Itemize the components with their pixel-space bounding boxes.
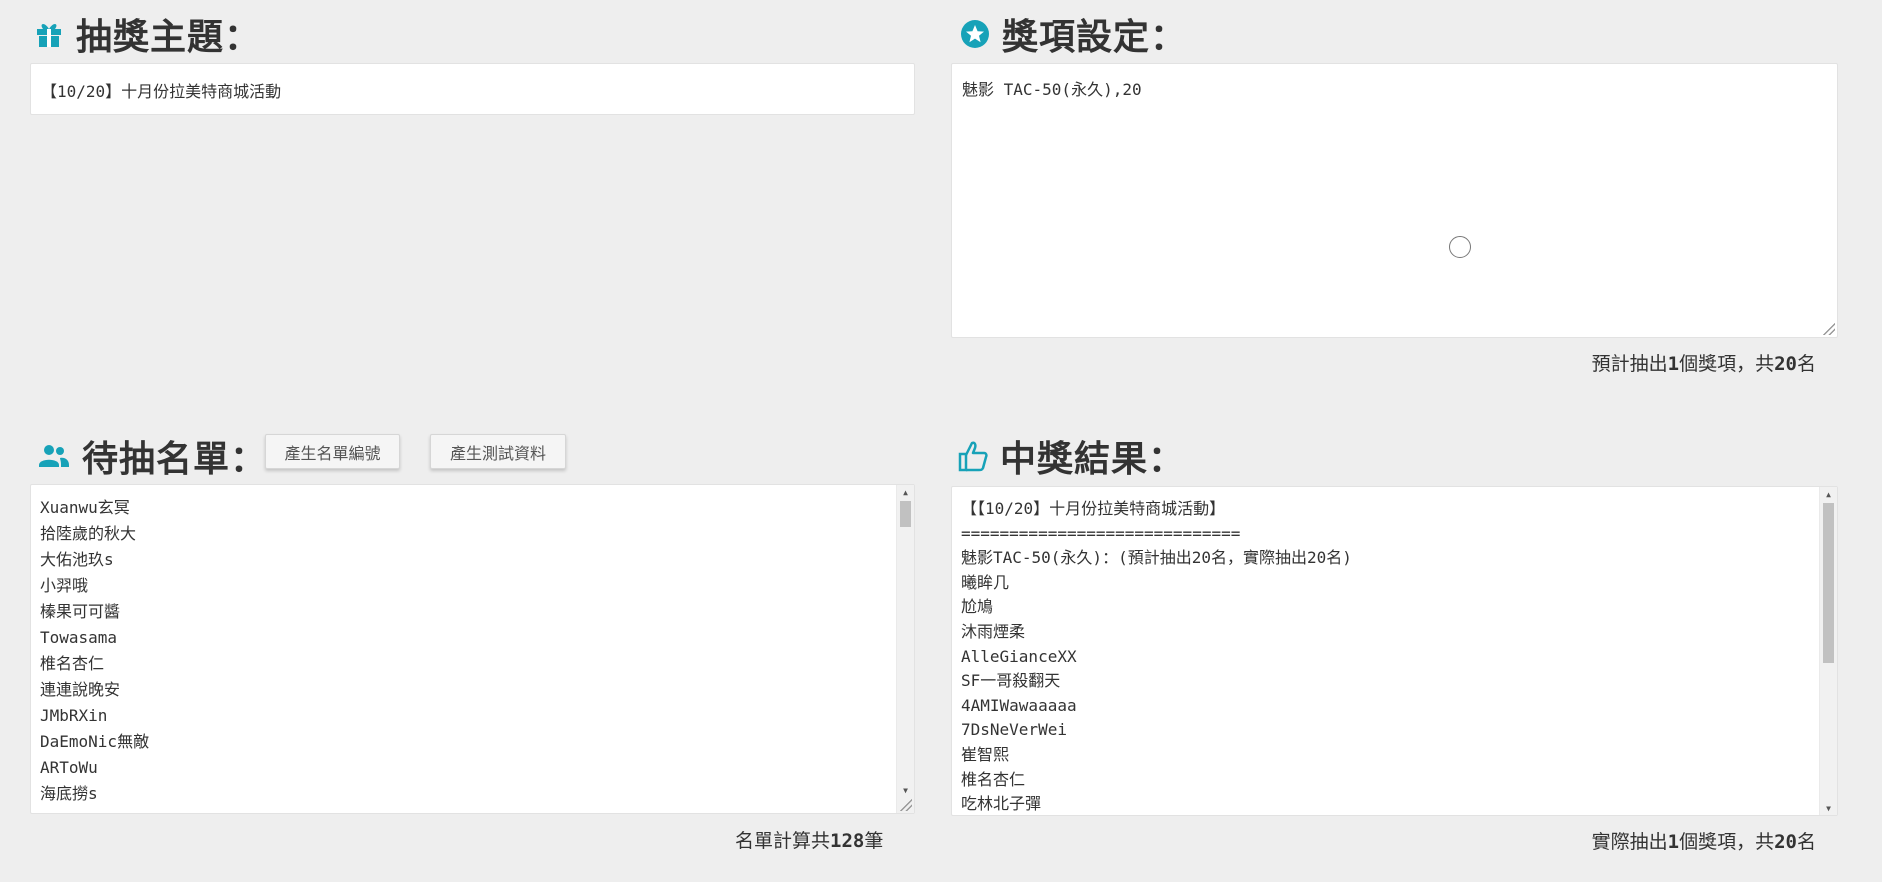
results-textarea[interactable]: 【【10/20】十月份拉美特商城活動】 =====================…: [951, 486, 1838, 816]
loading-spinner-icon: [1449, 236, 1471, 258]
prizes-status-suffix: 名: [1796, 353, 1816, 375]
scroll-thumb[interactable]: [900, 501, 911, 527]
subject-value: 【10/20】十月份拉美特商城活動: [41, 82, 282, 101]
list-item: 尬鳩: [961, 597, 994, 617]
list-item: 魅影TAC-50(永久)：(預計抽出20名，實際抽出20名): [961, 548, 1352, 568]
results-status-mid: 個獎項，共: [1679, 831, 1775, 853]
subject-input[interactable]: 【10/20】十月份拉美特商城活動: [30, 63, 915, 115]
list-item: SF一哥殺翻天: [961, 671, 1061, 691]
list-item: =============================: [961, 523, 1241, 543]
candidates-heading-text: 待抽名單：: [82, 439, 268, 480]
prizes-status-total: 20: [1774, 353, 1797, 375]
list-item: 海底撈s: [40, 784, 98, 803]
subject-heading-text: 抽獎主題：: [76, 17, 262, 58]
prizes-heading-text: 獎項設定：: [1002, 17, 1188, 58]
list-item: AlleGianceXX: [961, 646, 1077, 666]
subject-heading: 抽獎主題：: [34, 8, 261, 60]
candidates-status-prefix: 名單計算共: [735, 830, 831, 852]
gift-icon: [34, 19, 64, 49]
list-item: Xuanwu玄冥: [40, 498, 130, 517]
list-item: 崔智熙: [961, 744, 1010, 764]
results-status-total: 20: [1774, 831, 1797, 853]
list-item: 沐雨煙柔: [961, 621, 1026, 641]
prizes-textarea[interactable]: 魅影 TAC-50(永久),20: [951, 63, 1838, 338]
scroll-down-arrow-icon[interactable]: ▼: [897, 783, 914, 797]
star-circle-icon: [960, 19, 990, 49]
list-item: 7DsNeVerWei: [961, 720, 1067, 740]
results-status: 實際抽出1個獎項，共20名: [1592, 827, 1816, 854]
results-heading: 中獎結果：: [958, 430, 1185, 482]
thumbs-up-icon: [958, 440, 988, 472]
list-item: 小羿哦: [40, 576, 89, 595]
generate-number-button[interactable]: 產生名單編號: [265, 434, 400, 469]
list-item: 椎名杏仁: [961, 769, 1026, 789]
results-heading-text: 中獎結果：: [1000, 439, 1186, 480]
scroll-up-arrow-icon[interactable]: ▲: [1820, 487, 1837, 501]
prizes-status-count: 1: [1667, 353, 1680, 375]
list-item: DaEmoNic無敵: [40, 732, 150, 751]
list-item: 4AMIWawaaaaa: [961, 695, 1077, 715]
results-list: 【【10/20】十月份拉美特商城活動】 =====================…: [952, 487, 1837, 815]
candidates-scrollbar[interactable]: ▲ ▼: [896, 485, 914, 813]
prizes-status-prefix: 預計抽出: [1591, 353, 1668, 375]
results-status-suffix: 名: [1796, 831, 1816, 853]
list-item: 椎名杏仁: [40, 654, 105, 673]
list-item: 吃林北子彈: [961, 794, 1042, 814]
list-item: 拾陸歲的秋大: [40, 524, 137, 543]
list-item: 曦眸几: [961, 572, 1010, 592]
results-scrollbar[interactable]: ▲ ▼: [1819, 487, 1837, 815]
list-item: Towasama: [40, 628, 118, 647]
users-icon: [38, 443, 70, 469]
generate-test-data-button[interactable]: 產生測試資料: [430, 434, 566, 469]
list-item: 【【10/20】十月份拉美特商城活動】: [961, 499, 1226, 518]
resize-handle[interactable]: [1823, 323, 1835, 335]
results-status-count: 1: [1667, 831, 1680, 853]
list-item: JMbRXin: [40, 706, 108, 725]
prizes-value: 魅影 TAC-50(永久),20: [962, 80, 1142, 99]
list-item: 榛果可可醬: [40, 602, 121, 621]
results-status-prefix: 實際抽出: [1591, 831, 1668, 853]
candidates-status-total: 128: [830, 830, 865, 852]
list-item: 大佑池玖s: [40, 550, 114, 569]
list-item: ARToWu: [40, 758, 98, 777]
scroll-up-arrow-icon[interactable]: ▲: [897, 485, 914, 499]
scroll-thumb[interactable]: [1823, 503, 1834, 663]
prizes-heading: 獎項設定：: [960, 8, 1187, 60]
scroll-down-arrow-icon[interactable]: ▼: [1820, 801, 1837, 815]
candidates-textarea[interactable]: Xuanwu玄冥 拾陸歲的秋大 大佑池玖s 小羿哦榛果可可醬 Towasama 椎名杏仁連…: [30, 484, 915, 814]
prizes-status: 預計抽出1個獎項，共20名: [1592, 349, 1816, 376]
prizes-status-mid: 個獎項，共: [1679, 353, 1775, 375]
candidates-list: Xuanwu玄冥 拾陸歲的秋大 大佑池玖s 小羿哦榛果可可醬 Towasama 椎名杏仁連…: [31, 485, 914, 807]
list-item: 連連說晚安: [40, 680, 121, 699]
candidates-heading: 待抽名單：: [38, 430, 267, 482]
resize-handle[interactable]: [900, 799, 912, 811]
candidates-status-suffix: 筆: [864, 830, 884, 852]
candidates-status: 名單計算共128筆: [735, 826, 883, 853]
